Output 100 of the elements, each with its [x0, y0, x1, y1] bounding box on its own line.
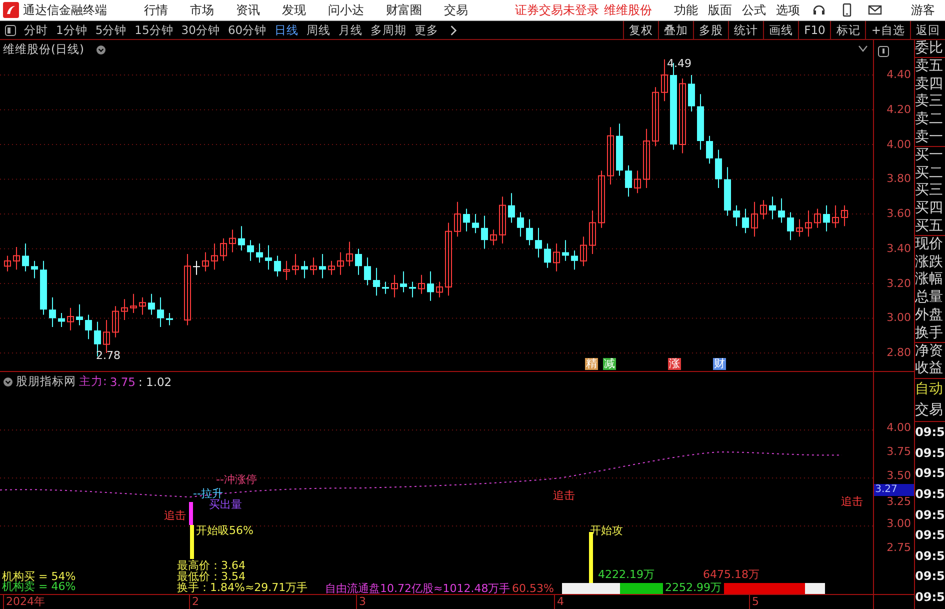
quote-label: 买四 — [915, 200, 944, 218]
candle — [508, 192, 515, 224]
candle — [787, 212, 794, 241]
candle — [373, 267, 380, 296]
period-tab[interactable]: 月线 — [334, 22, 367, 38]
collapse-icon[interactable] — [96, 45, 106, 55]
candle — [535, 227, 542, 258]
trade-time: 09:5 — [915, 444, 945, 462]
candle — [139, 296, 146, 316]
quote-label: 卖一 — [915, 128, 945, 147]
user-name[interactable]: 游客 — [911, 2, 935, 18]
axis-label: 3.20 — [886, 278, 912, 290]
candle — [526, 218, 533, 246]
candle — [841, 204, 848, 227]
quote-label: 收益 — [915, 360, 944, 378]
candle — [427, 270, 434, 302]
candle — [625, 164, 632, 198]
quote-label: 涨幅 — [915, 271, 944, 290]
panel-toggle-icon[interactable] — [5, 24, 16, 36]
candle — [337, 252, 344, 276]
candle — [805, 210, 812, 238]
candle — [40, 260, 47, 316]
candle — [724, 166, 731, 216]
app-title: 通达信金融终端 — [23, 2, 107, 18]
chart-title: 维维股份(日线) — [3, 42, 84, 57]
candle — [283, 260, 290, 281]
menu-item[interactable]: 资讯 — [225, 2, 271, 18]
event-marker: 减 — [603, 358, 616, 370]
candle — [823, 204, 830, 232]
indicator-value: : 1.02 — [138, 374, 172, 388]
chevron-down-icon[interactable] — [858, 44, 868, 54]
candle — [220, 238, 227, 262]
candle — [580, 236, 587, 267]
date-label: 4 — [554, 595, 564, 609]
percent-label: 60.53% — [512, 583, 554, 594]
candle — [112, 306, 119, 338]
period-tab[interactable]: 周线 — [302, 22, 335, 38]
candle — [796, 218, 803, 238]
quote-label: 买一 — [915, 146, 944, 165]
stock-link[interactable]: 维维股份 — [604, 2, 652, 18]
collapse-icon[interactable] — [3, 376, 13, 386]
trade-time: 09:5 — [915, 465, 945, 482]
period-tab[interactable]: 30分钟 — [177, 22, 224, 38]
date-label: 2 — [189, 595, 199, 609]
menu-item[interactable]: 市场 — [179, 2, 225, 18]
candle — [553, 243, 560, 272]
menu-item[interactable]: 功能 — [669, 2, 703, 18]
candle — [301, 260, 308, 279]
candle — [733, 204, 740, 227]
phone-icon[interactable] — [840, 3, 854, 17]
float-shares-label: 自由流通盘10.72亿股≈1012.48万手 — [325, 583, 510, 594]
menu-item[interactable]: 发现 — [271, 2, 317, 18]
mail-icon[interactable] — [868, 3, 882, 17]
period-tab[interactable]: 60分钟 — [224, 22, 271, 38]
candle — [355, 248, 362, 276]
candle — [274, 255, 281, 278]
low-price-label: 最低价：3.54 — [177, 571, 246, 583]
period-tab[interactable]: 分时 — [20, 22, 52, 38]
menu-item[interactable]: 财富圈 — [375, 2, 433, 18]
menu-item[interactable]: 选项 — [771, 2, 805, 18]
menu-item[interactable]: 问小达 — [317, 2, 375, 18]
auto-label[interactable]: 自动 — [915, 378, 945, 400]
quote-label: 净资 — [915, 342, 944, 360]
trade-label[interactable]: 交易 — [915, 400, 945, 422]
period-tab[interactable]: 日线 — [270, 22, 303, 38]
period-tab[interactable]: 多周期 — [366, 22, 411, 38]
menu-item[interactable]: 交易 — [433, 2, 479, 18]
candle — [346, 241, 353, 267]
candle — [67, 307, 74, 331]
candle — [490, 229, 497, 246]
candle — [130, 293, 137, 314]
inflow-label: 4222.19万 — [598, 569, 654, 581]
candle — [643, 128, 650, 188]
candle — [211, 243, 218, 270]
signal-label: 买出量 — [209, 499, 242, 511]
period-tab[interactable]: 更多 — [410, 22, 443, 38]
menu-item[interactable]: 版面 — [703, 2, 737, 18]
period-tab[interactable]: 1分钟 — [52, 22, 92, 38]
panel-icon[interactable] — [878, 46, 890, 57]
sell-ratio-label: 机构卖 = 46% — [2, 581, 76, 593]
candle — [688, 74, 695, 112]
quote-label: 卖四 — [915, 76, 944, 94]
period-tab[interactable]: 15分钟 — [130, 22, 178, 38]
menu-item[interactable]: 公式 — [737, 2, 771, 18]
axis-label: 4.40 — [886, 69, 912, 81]
indicator-value: 3.75 — [110, 374, 136, 388]
quote-label: 委比 — [915, 40, 945, 58]
period-tab[interactable]: 5分钟 — [91, 22, 131, 38]
menu-item[interactable]: 行情 — [133, 2, 179, 18]
headset-icon[interactable] — [812, 3, 826, 17]
signal-label: 追击 — [841, 496, 863, 508]
low-price-label: 2.78 — [96, 350, 120, 362]
candle — [400, 270, 407, 293]
candle — [319, 253, 326, 279]
candle — [589, 210, 596, 254]
indicator-label: 主力: — [79, 374, 107, 389]
candle — [436, 281, 443, 298]
trade-time: 09:5 — [915, 424, 945, 442]
trade-time: 09:5 — [915, 548, 945, 565]
turnover-label: 换手：1.84%≈29.71万手 — [177, 582, 308, 594]
